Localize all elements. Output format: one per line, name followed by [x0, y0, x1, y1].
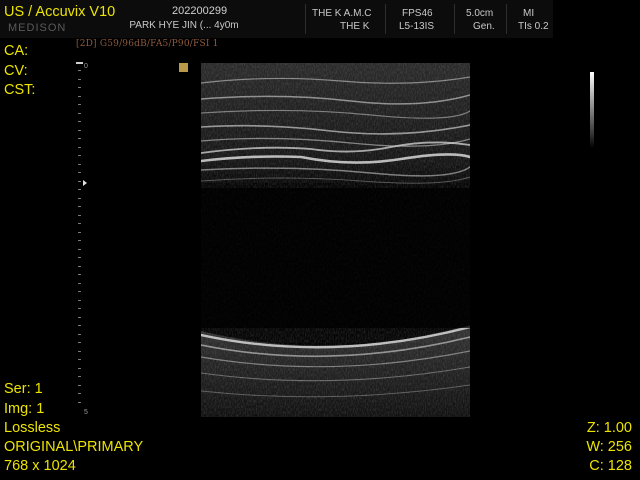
depth-tick	[78, 325, 81, 326]
probe-orientation-icon	[179, 63, 188, 72]
depth-tick	[78, 283, 81, 284]
depth-tick	[78, 359, 81, 360]
depth-tick	[78, 70, 81, 71]
depth-tick	[78, 206, 81, 207]
depth-tick	[78, 215, 81, 216]
depth-tick	[78, 351, 81, 352]
depth-tick	[78, 121, 81, 122]
focus-triangle-icon	[83, 180, 87, 186]
depth-tick	[78, 138, 81, 139]
fps: FPS46	[402, 8, 433, 19]
depth-tick	[78, 266, 81, 267]
depth-tick	[78, 368, 81, 369]
depth-tick	[78, 342, 81, 343]
depth-tick	[78, 376, 81, 377]
depth-tick	[78, 147, 81, 148]
depth-tick	[78, 198, 81, 199]
depth-tick	[78, 79, 81, 80]
depth-tick	[78, 223, 81, 224]
depth-tick	[78, 130, 81, 131]
depth-bottom-label: 5	[84, 409, 88, 416]
tis: TIs 0.2	[518, 21, 549, 32]
depth-tick	[78, 257, 81, 258]
depth-scale: 0 5	[0, 0, 100, 480]
institution-line2: THE K	[340, 21, 370, 32]
depth-tick	[78, 308, 81, 309]
depth-tick	[78, 96, 81, 97]
depth-tick	[78, 189, 81, 190]
depth-tick	[78, 300, 81, 301]
depth-tick	[78, 172, 81, 173]
depth-tick	[78, 317, 81, 318]
patient-name: PARK HYE JIN (... 4y0m	[129, 20, 239, 31]
depth-tick	[78, 232, 81, 233]
window-value: W: 256	[586, 439, 632, 455]
depth-tick	[78, 155, 81, 156]
patient-id: 202200299	[172, 5, 228, 17]
mi: MI	[523, 8, 535, 19]
depth: 5.0cm	[466, 8, 494, 19]
probe: L5-13IS	[399, 21, 435, 32]
depth-tick	[78, 240, 81, 241]
grayscale-bar	[590, 72, 594, 148]
depth-tick	[78, 113, 81, 114]
ultrasound-image	[201, 63, 470, 417]
depth-tick	[78, 291, 81, 292]
depth-tick	[78, 87, 81, 88]
depth-tick	[78, 104, 81, 105]
depth-top-label: 0	[84, 63, 88, 70]
preset: Gen.	[473, 21, 495, 32]
depth-tick	[78, 334, 81, 335]
institution-line1: THE K A.M.C	[312, 8, 372, 19]
zoom-value: Z: 1.00	[586, 420, 632, 436]
depth-tick	[78, 274, 81, 275]
center-value: C: 128	[589, 458, 632, 474]
depth-tick	[78, 164, 81, 165]
depth-tick	[78, 393, 81, 394]
depth-tick	[78, 402, 81, 403]
depth-tick	[78, 181, 81, 182]
depth-tick	[78, 249, 81, 250]
depth-tick	[78, 385, 81, 386]
